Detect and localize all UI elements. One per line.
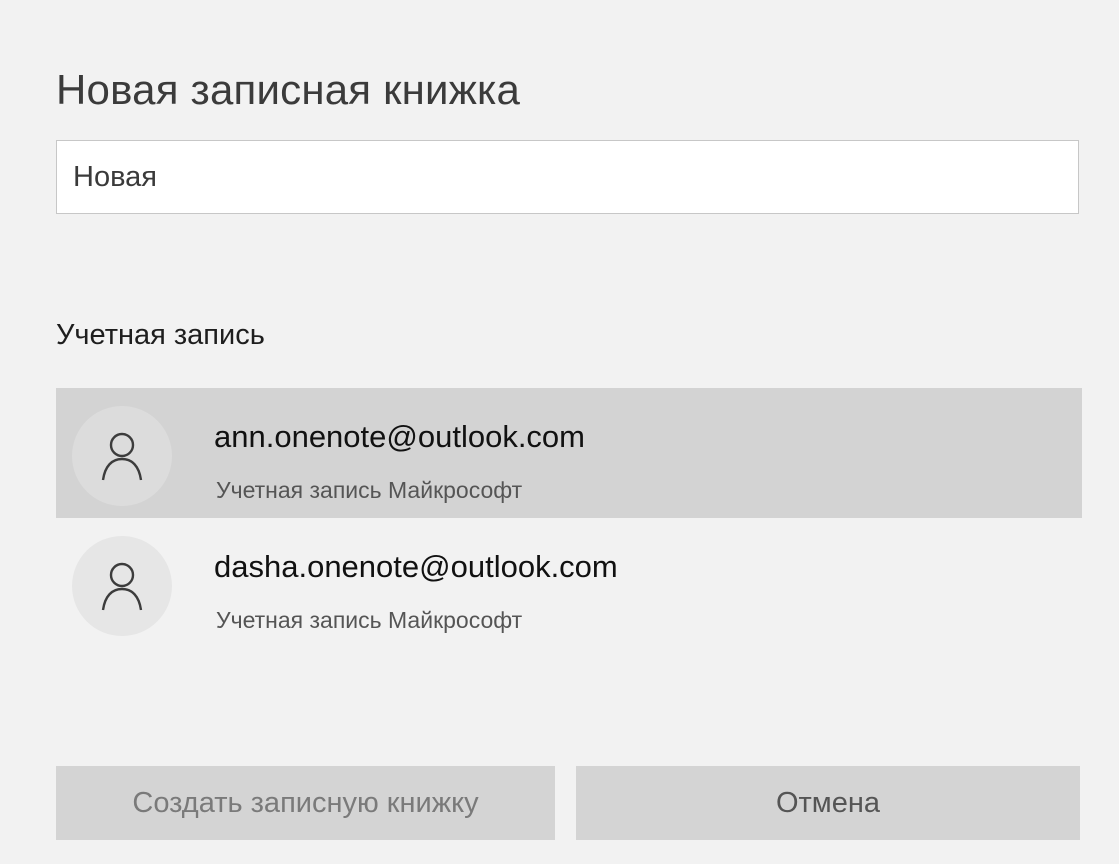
account-type: Учетная запись Майкрософт	[216, 607, 523, 633]
account-item-dasha[interactable]: dasha.onenote@outlook.com Учетная запись…	[56, 518, 1082, 648]
cancel-button[interactable]: Отмена	[576, 766, 1080, 840]
person-icon	[101, 432, 143, 481]
account-email: dasha.onenote@outlook.com	[214, 549, 618, 584]
notebook-name-input[interactable]	[56, 140, 1079, 214]
account-item-ann[interactable]: ann.onenote@outlook.com Учетная запись М…	[56, 388, 1082, 518]
new-notebook-dialog: Новая записная книжка Учетная запись ann…	[0, 0, 1119, 864]
account-type: Учетная запись Майкрософт	[216, 477, 523, 503]
account-list: ann.onenote@outlook.com Учетная запись М…	[56, 388, 1082, 648]
account-section-label: Учетная запись	[56, 319, 265, 351]
create-notebook-button[interactable]: Создать записную книжку	[56, 766, 555, 840]
avatar	[72, 406, 172, 506]
person-icon	[101, 562, 143, 611]
avatar	[72, 536, 172, 636]
dialog-title: Новая записная книжка	[56, 66, 521, 113]
account-email: ann.onenote@outlook.com	[214, 419, 586, 454]
